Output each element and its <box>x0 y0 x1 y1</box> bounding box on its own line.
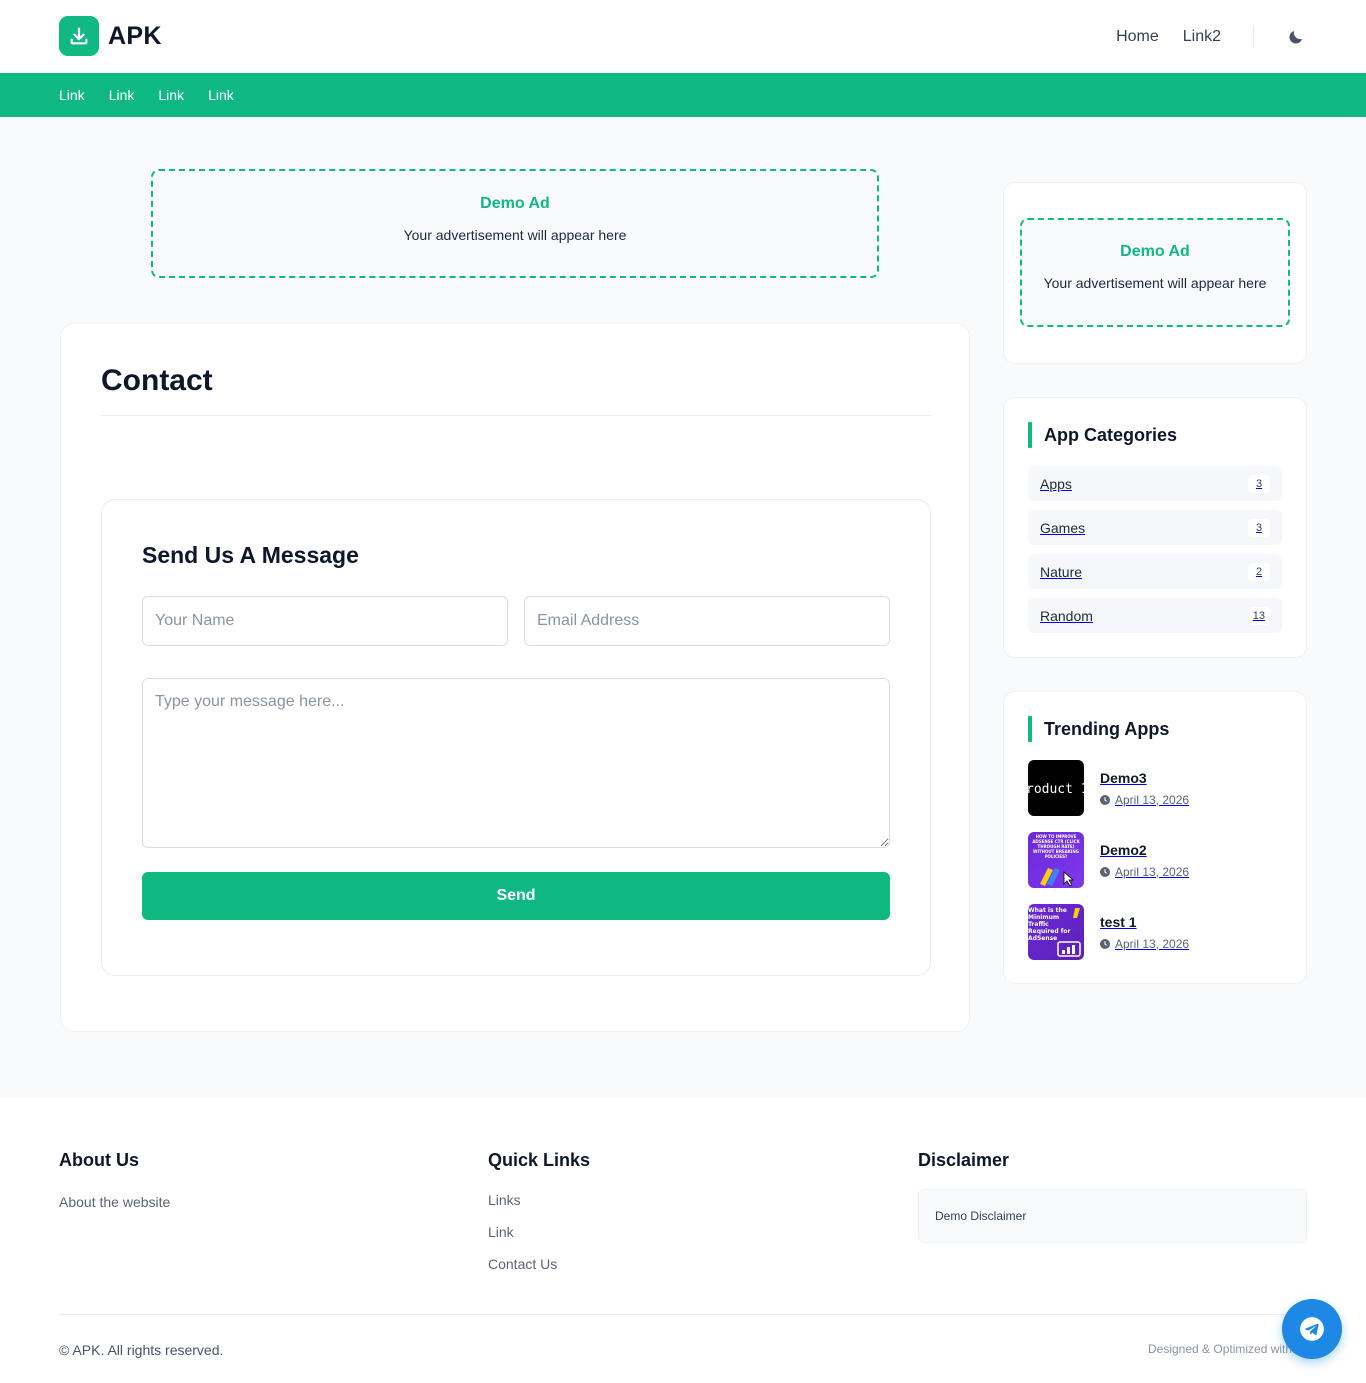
app-thumbnail: roduct 1 <box>1028 760 1084 816</box>
footer-link-links[interactable]: Links <box>488 1192 521 1208</box>
telegram-icon[interactable] <box>1282 1299 1342 1359</box>
footer-about: About Us About the website <box>59 1150 170 1210</box>
clock-icon <box>1100 866 1110 877</box>
footer-about-text: About the website <box>59 1194 171 1210</box>
footer-quick-links: Quick Links Links Link Contact Us <box>488 1150 788 1280</box>
footer-link-contact-us[interactable]: Contact Us <box>488 1256 557 1272</box>
footer-disclaimer-title: Disclaimer <box>918 1150 1010 1170</box>
app-name: Demo2 <box>1100 841 1147 858</box>
app-date-text: April 13, 2026 <box>1115 792 1190 807</box>
clock-icon <box>1100 938 1110 949</box>
footer-about-title: About Us <box>59 1150 139 1170</box>
app-date-text: April 13, 2026 <box>1115 936 1190 951</box>
category-count-badge: 3 <box>1248 474 1270 493</box>
app-categories-widget: App Categories Apps 3 Games 3 Nature 2 R… <box>1003 397 1307 658</box>
widget-title: App Categories <box>1044 424 1178 445</box>
app-name: Demo3 <box>1100 769 1147 786</box>
category-name: Apps <box>1040 475 1072 492</box>
top-nav: Home Link2 <box>1116 0 1366 73</box>
site-footer: About Us About the website Quick Links L… <box>0 1098 1366 1383</box>
contact-form: Send Us A Message Send <box>101 499 931 976</box>
category-item-nature[interactable]: Nature 2 <box>1028 554 1282 589</box>
trending-item[interactable]: What is the Minimum Traffic Required for… <box>1028 904 1288 960</box>
category-nav: Link Link Link Link <box>0 73 1366 117</box>
trending-apps-widget: Trending Apps roduct 1 Demo3 April 13, 2… <box>1003 691 1307 984</box>
widget-title: Trending Apps <box>1044 718 1170 739</box>
demo-ad-banner[interactable]: Demo Ad Your advertisement will appear h… <box>151 169 879 278</box>
category-count-badge: 2 <box>1248 562 1270 581</box>
category-item-apps[interactable]: Apps 3 <box>1028 466 1282 501</box>
app-date: April 13, 2026 <box>1100 793 1189 807</box>
app-date: April 13, 2026 <box>1100 865 1189 879</box>
thumbnail-text: What is the Minimum Traffic Required for… <box>1028 907 1071 941</box>
subnav-link-2[interactable]: Link <box>109 87 135 103</box>
trending-item[interactable]: roduct 1 Demo3 April 13, 2026 <box>1028 760 1288 816</box>
title-divider <box>101 415 931 416</box>
app-thumbnail: HOW TO IMPROVE ADSENSE CTR (CLICK THROUG… <box>1028 832 1084 888</box>
form-title: Send Us A Message <box>142 542 359 568</box>
moon-icon[interactable] <box>1286 27 1306 47</box>
heading-accent-bar <box>1028 716 1032 742</box>
category-item-games[interactable]: Games 3 <box>1028 510 1282 545</box>
designed-by-text: Designed & Optimized with <box>1148 1342 1293 1356</box>
app-date: April 13, 2026 <box>1100 937 1189 951</box>
nav-link2[interactable]: Link2 <box>1183 28 1221 46</box>
message-textarea[interactable] <box>142 678 890 848</box>
heading-accent-bar <box>1028 422 1032 448</box>
subnav-link-4[interactable]: Link <box>208 87 234 103</box>
ad-text: Your advertisement will appear here <box>1043 275 1267 291</box>
app-date-text: April 13, 2026 <box>1115 864 1190 879</box>
category-name: Games <box>1040 519 1086 536</box>
widget-heading: Trending Apps <box>1028 716 1169 742</box>
category-name: Nature <box>1040 563 1083 580</box>
trending-item[interactable]: HOW TO IMPROVE ADSENSE CTR (CLICK THROUG… <box>1028 832 1288 888</box>
site-logo[interactable]: APK <box>59 16 162 56</box>
widget-heading: App Categories <box>1028 422 1177 448</box>
footer-divider <box>59 1314 1307 1315</box>
thumbnail-text: HOW TO IMPROVE ADSENSE CTR (CLICK THROUG… <box>1032 834 1080 859</box>
category-count-badge: 3 <box>1248 518 1270 537</box>
disclaimer-box: Demo Disclaimer <box>918 1189 1307 1243</box>
sidebar-ad-widget: Demo Ad Your advertisement will appear h… <box>1003 182 1307 364</box>
category-name: Random <box>1040 607 1093 624</box>
ad-title: Demo Ad <box>480 195 550 212</box>
subnav-link-3[interactable]: Link <box>158 87 184 103</box>
app-thumbnail: What is the Minimum Traffic Required for… <box>1028 904 1084 960</box>
nav-home-link[interactable]: Home <box>1116 28 1159 46</box>
site-header: APK Home Link2 <box>0 0 1366 73</box>
thumbnail-text: roduct 1 <box>1028 782 1084 797</box>
ad-title: Demo Ad <box>1120 243 1190 260</box>
app-name: test 1 <box>1100 913 1137 930</box>
contact-card: Contact Send Us A Message Send <box>60 323 970 1032</box>
name-input[interactable] <box>142 596 508 646</box>
email-input[interactable] <box>524 596 890 646</box>
footer-quick-links-title: Quick Links <box>488 1150 591 1170</box>
page-title: Contact <box>101 364 213 397</box>
download-icon <box>59 16 99 56</box>
nav-separator <box>1253 25 1254 48</box>
footer-link-link[interactable]: Link <box>488 1224 514 1240</box>
brand-name: APK <box>108 21 162 50</box>
ad-text: Your advertisement will appear here <box>403 227 627 243</box>
copyright-text: © APK. All rights reserved. <box>59 1342 224 1358</box>
category-count-badge: 13 <box>1247 606 1270 625</box>
disclaimer-text: Demo Disclaimer <box>935 1209 1027 1223</box>
subnav-link-1[interactable]: Link <box>59 87 85 103</box>
category-item-random[interactable]: Random 13 <box>1028 598 1282 633</box>
send-button[interactable]: Send <box>142 872 890 920</box>
demo-ad-sidebar[interactable]: Demo Ad Your advertisement will appear h… <box>1020 218 1290 327</box>
footer-disclaimer: Disclaimer Demo Disclaimer <box>918 1150 1307 1250</box>
clock-icon <box>1100 794 1110 805</box>
